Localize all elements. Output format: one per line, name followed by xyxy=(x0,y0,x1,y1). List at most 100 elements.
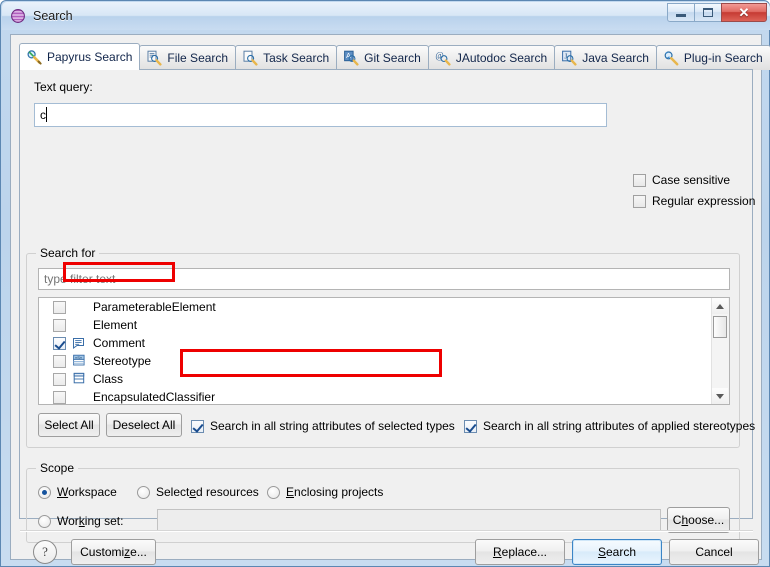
scope-enclosing-projects-mnemonic: E xyxy=(286,485,295,499)
maximize-button[interactable] xyxy=(694,3,722,22)
case-sensitive-label: Case sensitive xyxy=(652,173,731,187)
list-item-checkbox[interactable] xyxy=(53,372,66,386)
papyrus-search-icon xyxy=(26,49,42,65)
search-all-string-attrs-selected-types-label: Search in all string attributes of selec… xyxy=(210,419,455,433)
java-search-icon: J xyxy=(561,50,577,66)
minimize-button[interactable] xyxy=(667,3,695,22)
working-set-input[interactable] xyxy=(157,509,661,531)
regular-expression-checkbox[interactable] xyxy=(633,194,646,208)
tab-label: JAutodoc Search xyxy=(455,51,548,65)
replace-button[interactable]: Replace... xyxy=(475,539,565,565)
file-search-icon xyxy=(146,50,162,66)
scope-radio-enclosing-projects[interactable]: Enclosing projects xyxy=(267,485,383,499)
list-item-label: Element xyxy=(93,318,138,332)
tab-plugin-search[interactable]: Plug-in Search xyxy=(655,45,770,70)
scope-radio-selected-resources[interactable]: Selected resources xyxy=(137,485,259,499)
radio-enclosing-projects-indicator[interactable] xyxy=(267,485,280,499)
maximize-icon xyxy=(703,8,713,17)
deselect-all-button[interactable]: Deselect All xyxy=(106,413,182,437)
list-item[interactable]: Element xyxy=(39,316,729,334)
chevron-down-icon xyxy=(716,393,724,399)
tab-label: Git Search xyxy=(364,51,421,65)
search-mnemonic: S xyxy=(597,545,606,559)
select-all-button[interactable]: Select All xyxy=(38,413,100,437)
tab-label: Plug-in Search xyxy=(683,51,763,65)
tab-git-search[interactable]: A Git Search xyxy=(336,45,429,70)
list-item-checkbox[interactable] xyxy=(53,336,66,350)
search-all-string-attrs-applied-stereotypes-option[interactable]: Search in all string attributes of appli… xyxy=(464,419,755,433)
dialog-client-area: Papyrus Search File Search Task Search A… xyxy=(10,34,770,565)
papyrus-search-panel: Text query: Case sensitive Regular expre… xyxy=(19,69,755,543)
close-button[interactable]: ✕ xyxy=(721,3,767,22)
types-list-scrollbar[interactable] xyxy=(711,298,729,404)
list-item-comment[interactable]: Comment xyxy=(39,334,729,352)
help-button[interactable]: ? xyxy=(33,540,57,564)
tab-jautodoc-search[interactable]: @ JAutodoc Search xyxy=(427,45,556,70)
tab-papyrus-search[interactable]: Papyrus Search xyxy=(19,43,141,70)
footer-separator xyxy=(20,530,753,532)
list-item-label: ParameterableElement xyxy=(93,300,216,314)
replace-mnemonic: R xyxy=(492,545,502,559)
list-item[interactable]: EncapsulatedClassifier xyxy=(39,388,729,404)
type-filter-input[interactable] xyxy=(38,268,730,290)
plugin-search-icon xyxy=(663,50,679,66)
radio-workspace-indicator[interactable] xyxy=(38,485,51,499)
customize-button[interactable]: Customi z e... xyxy=(71,539,156,565)
tab-file-search[interactable]: File Search xyxy=(139,45,237,70)
text-caret xyxy=(46,107,47,122)
scope-enclosing-projects-label-rest: nclosing projects xyxy=(294,485,384,499)
list-item-class[interactable]: Class xyxy=(39,370,729,388)
list-item-label: EncapsulatedClassifier xyxy=(93,390,216,404)
scroll-up-button[interactable] xyxy=(712,298,728,314)
text-query-input[interactable] xyxy=(34,103,607,127)
minimize-icon xyxy=(676,14,686,17)
search-for-group: Search for ParameterableElement Element xyxy=(26,246,755,448)
scrollbar-thumb[interactable] xyxy=(713,316,727,338)
tab-label: Task Search xyxy=(263,51,330,65)
case-sensitive-option[interactable]: Case sensitive xyxy=(633,173,730,187)
text-query-label: Text query: xyxy=(34,80,93,94)
search-sphere-icon xyxy=(10,8,26,24)
cancel-button[interactable]: Cancel xyxy=(669,539,759,565)
class-icon xyxy=(72,371,88,387)
list-item-checkbox[interactable] xyxy=(53,390,66,404)
stereotype-icon: «S» xyxy=(72,353,88,369)
scope-radio-working-set[interactable]: Working set: xyxy=(38,514,123,528)
scope-radio-workspace[interactable]: Workspace xyxy=(38,485,117,499)
git-search-icon: A xyxy=(343,50,359,66)
scope-group-title: Scope xyxy=(36,461,79,475)
list-item-checkbox[interactable] xyxy=(53,300,66,314)
scroll-down-button[interactable] xyxy=(712,388,728,404)
search-all-string-attrs-selected-types-option[interactable]: Search in all string attributes of selec… xyxy=(191,419,455,433)
search-dialog-window: Search ✕ Papyrus Search File Search Task… xyxy=(0,0,770,567)
search-button[interactable]: Search xyxy=(572,539,662,565)
tab-label: File Search xyxy=(167,51,229,65)
tab-java-search[interactable]: J Java Search xyxy=(554,45,657,70)
search-all-string-attrs-applied-stereotypes-label: Search in all string attributes of appli… xyxy=(483,419,756,433)
close-icon: ✕ xyxy=(738,5,750,20)
case-sensitive-checkbox[interactable] xyxy=(633,173,646,187)
scope-working-set-label-b: ing set: xyxy=(84,514,124,528)
search-all-string-attrs-applied-stereotypes-checkbox[interactable] xyxy=(464,419,477,433)
search-tab-strip: Papyrus Search File Search Task Search A… xyxy=(19,43,770,70)
jautodoc-search-icon: @ xyxy=(435,50,451,66)
tab-task-search[interactable]: Task Search xyxy=(235,45,338,70)
dialog-footer: ? Customi z e... Replace... Search Cancel xyxy=(11,530,761,565)
help-icon: ? xyxy=(42,544,48,559)
list-item[interactable]: ParameterableElement xyxy=(39,298,729,316)
radio-selected-resources-indicator[interactable] xyxy=(137,485,150,499)
radio-working-set-indicator[interactable] xyxy=(38,514,51,528)
tab-label: Papyrus Search xyxy=(47,50,133,64)
tab-label: Java Search xyxy=(582,51,649,65)
scope-selected-resources-label-a: Select xyxy=(156,485,190,499)
list-item-stereotype[interactable]: «S» Stereotype xyxy=(39,352,729,370)
list-item-checkbox[interactable] xyxy=(53,354,66,368)
scope-selected-resources-label-b: d resources xyxy=(196,485,259,499)
chevron-up-icon xyxy=(716,303,724,309)
list-item-checkbox[interactable] xyxy=(53,318,66,332)
search-all-string-attrs-selected-types-checkbox[interactable] xyxy=(191,419,204,433)
scope-workspace-mnemonic: W xyxy=(57,485,69,499)
choose-mnemonic: h xyxy=(681,513,689,527)
regular-expression-option[interactable]: Regular expression xyxy=(633,194,755,208)
types-list[interactable]: ParameterableElement Element Comment «S»… xyxy=(38,297,730,405)
